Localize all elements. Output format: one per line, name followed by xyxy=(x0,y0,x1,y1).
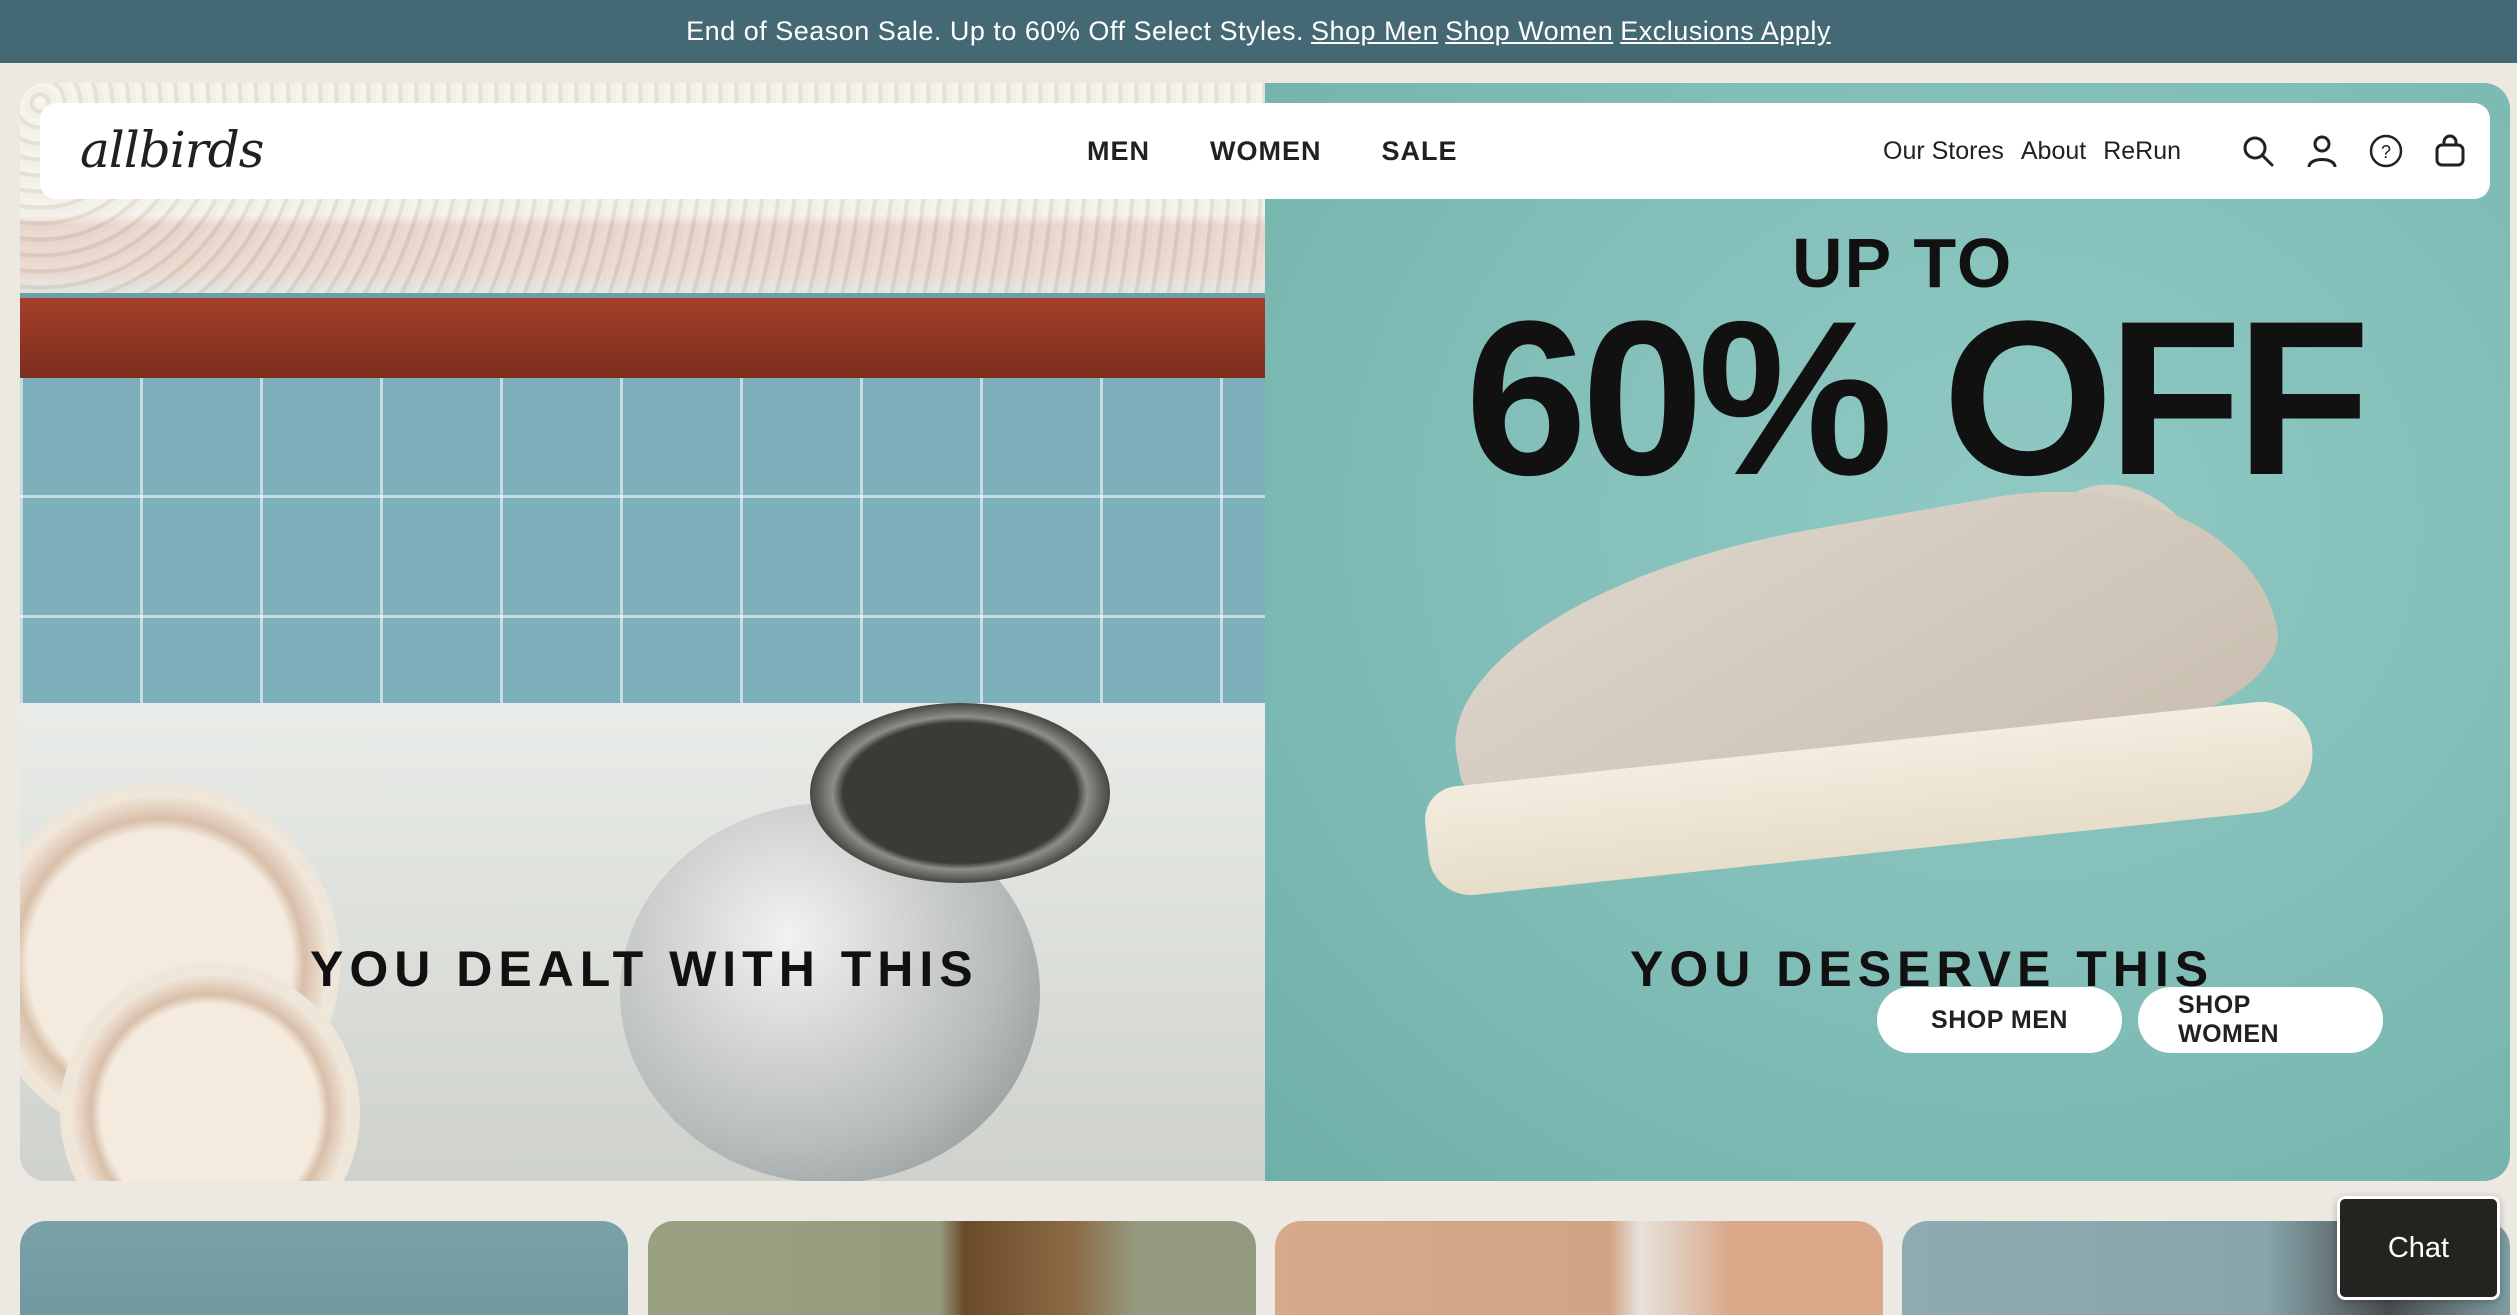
logo[interactable]: allbirds xyxy=(80,121,264,179)
help-icon[interactable]: ? xyxy=(2368,133,2404,169)
main-nav: MEN WOMEN SALE xyxy=(1087,103,1458,199)
hero-left-tagline: YOU DEALT WITH THIS xyxy=(310,941,979,997)
header-icons: ? xyxy=(2240,103,2468,199)
shop-women-button[interactable]: SHOP WOMEN xyxy=(2138,987,2383,1053)
nav-about[interactable]: About xyxy=(2021,137,2086,166)
hero-image-sink: YOU DEALT WITH THIS xyxy=(20,83,1265,1181)
shop-men-button[interactable]: SHOP MEN xyxy=(1877,987,2122,1053)
nav-women[interactable]: WOMEN xyxy=(1210,136,1321,167)
promo-link-exclusions[interactable]: Exclusions Apply xyxy=(1620,16,1831,47)
nav-men[interactable]: MEN xyxy=(1087,136,1150,167)
nav-rerun[interactable]: ReRun xyxy=(2103,137,2181,166)
search-icon[interactable] xyxy=(2240,133,2276,169)
promo-link-shop-men[interactable]: Shop Men xyxy=(1311,16,1438,47)
category-tile[interactable] xyxy=(1275,1221,1883,1315)
site-header: allbirds MEN WOMEN SALE Our Stores About… xyxy=(40,103,2490,199)
promo-message: End of Season Sale. Up to 60% Off Select… xyxy=(686,16,1305,46)
frying-pan xyxy=(810,703,1110,883)
chat-button[interactable]: Chat xyxy=(2337,1196,2500,1300)
promo-banner: End of Season Sale. Up to 60% Off Select… xyxy=(0,0,2517,63)
cart-icon[interactable] xyxy=(2432,133,2468,169)
window-ledge xyxy=(20,298,1265,378)
hero-discount: 60% OFF xyxy=(1465,275,2370,521)
svg-text:?: ? xyxy=(2381,142,2391,162)
account-icon[interactable] xyxy=(2304,133,2340,169)
nav-sale[interactable]: SALE xyxy=(1381,136,1457,167)
hero-banner: YOU DEALT WITH THIS UP TO 60% OFF YOU DE… xyxy=(20,83,2510,1181)
promo-link-shop-women[interactable]: Shop Women xyxy=(1445,16,1613,47)
secondary-nav: Our Stores About ReRun xyxy=(1883,103,2181,199)
category-tile[interactable] xyxy=(648,1221,1256,1315)
category-tile[interactable] xyxy=(20,1221,628,1315)
nav-our-stores[interactable]: Our Stores xyxy=(1883,137,2004,166)
